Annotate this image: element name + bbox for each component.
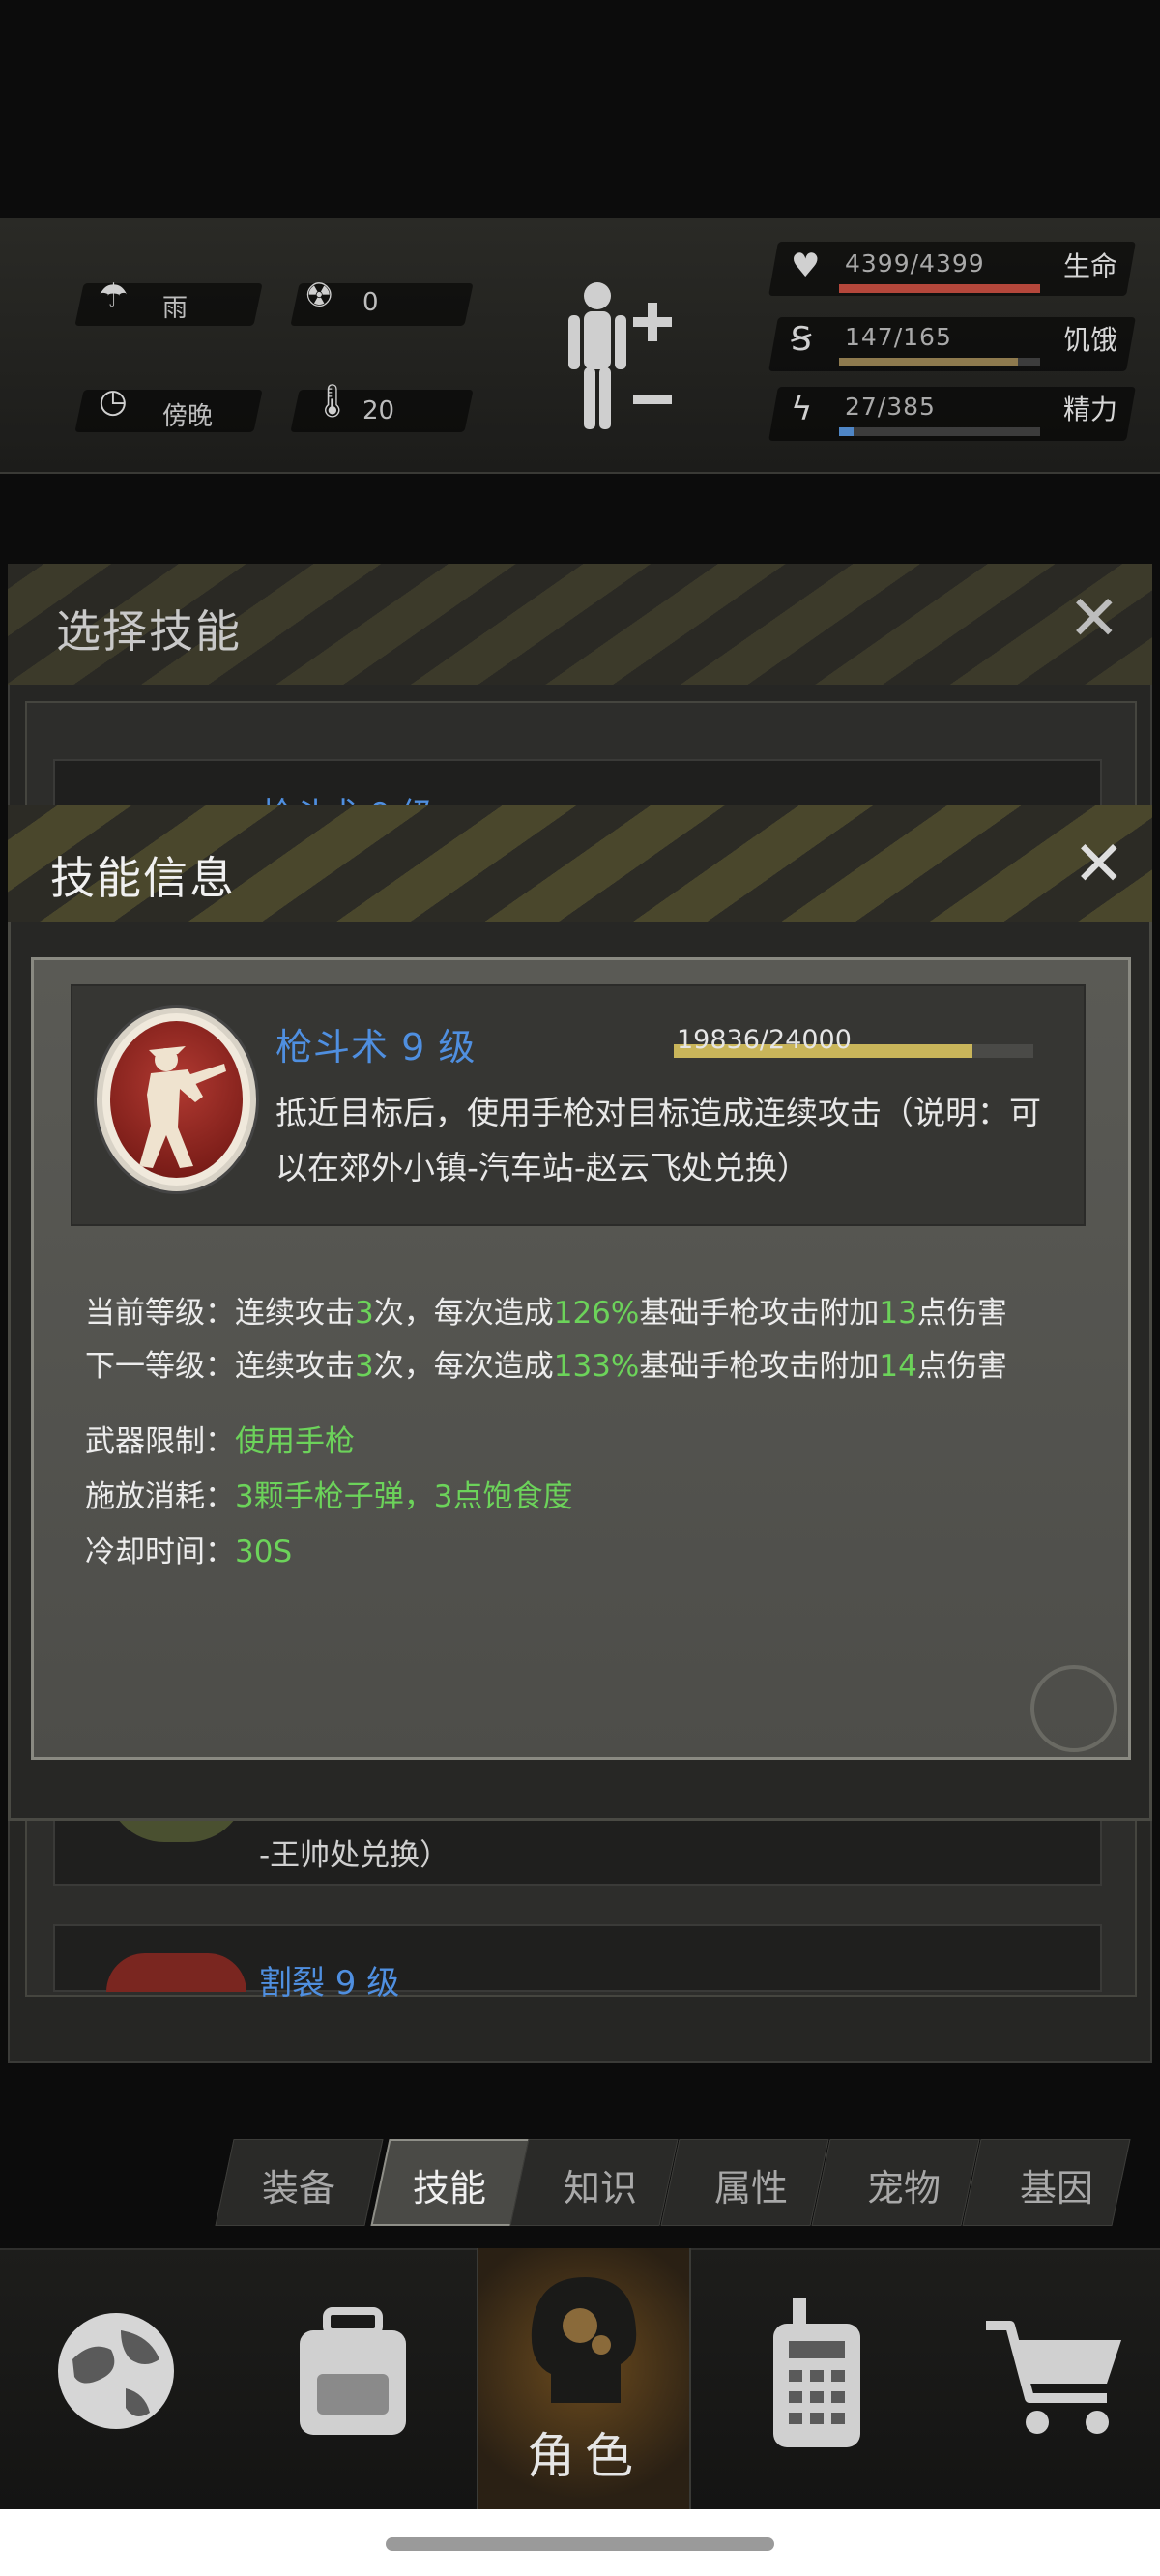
next-level-text: 连续攻击	[235, 1349, 355, 1384]
tab-attributes-label: 属性	[714, 2167, 789, 2210]
character-head-icon	[531, 2277, 637, 2403]
cast-cost-line: 施放消耗：3颗手枪子弹，3点饱食度	[85, 1472, 572, 1515]
tab-genes-label: 基因	[1020, 2167, 1094, 2210]
home-indicator[interactable]	[386, 2537, 774, 2551]
nav-character-label: 角色	[527, 2428, 643, 2484]
tab-skills-label: 技能	[413, 2167, 487, 2210]
health-label: 生命	[1063, 250, 1118, 282]
current-level-damage: 13	[879, 1296, 917, 1331]
hunger-value: 147/165	[845, 323, 952, 351]
current-level-text: 点伤害	[916, 1296, 1007, 1331]
current-level-line: 当前等级：连续攻击3次，每次造成126%基础手枪攻击附加13点伤害	[85, 1288, 1007, 1332]
gunfighter-skill-icon	[97, 1008, 256, 1191]
energy-label: 精力	[1063, 394, 1118, 425]
rain-icon: ☂	[99, 277, 129, 315]
globe-icon[interactable]	[53, 2301, 179, 2446]
radiation-watermark-icon	[1030, 1665, 1117, 1752]
thermometer-icon: 🌡	[311, 382, 354, 421]
tab-knowledge-label: 知识	[564, 2167, 638, 2210]
time-of-day: 傍晚	[162, 402, 214, 431]
weapon-restriction-value: 使用手枪	[235, 1424, 355, 1459]
body-status-icon[interactable]	[561, 278, 677, 443]
shopping-cart-icon[interactable]	[981, 2316, 1126, 2442]
hunger-bar	[839, 358, 1040, 366]
next-level-line: 下一等级：连续攻击3次，每次造成133%基础手枪攻击附加14点伤害	[85, 1341, 1007, 1385]
skill-name: 枪斗术 9 级	[276, 1026, 477, 1068]
energy-value: 27/385	[845, 393, 936, 421]
tab-equipment-label: 装备	[262, 2167, 336, 2210]
health-value: 4399/4399	[845, 249, 985, 278]
energy-icon: ϟ	[791, 390, 813, 428]
cooldown-line: 冷却时间：30S	[85, 1527, 292, 1570]
heart-icon: ♥	[791, 247, 821, 285]
radio-icon[interactable]	[764, 2297, 870, 2451]
cooldown-value: 30S	[235, 1535, 293, 1569]
skill-description: 抵近目标后，使用手枪对目标造成连续攻击（说明：可以在郊外小镇-汽车站-赵云飞处兑…	[276, 1094, 1041, 1186]
cooldown-label: 冷却时间：	[85, 1535, 235, 1569]
next-level-text: 次，每次造成	[373, 1349, 554, 1384]
next-level-damage: 14	[879, 1349, 917, 1384]
next-level-label: 下一等级：	[85, 1349, 235, 1384]
radiation-icon: ☢	[304, 277, 334, 315]
current-level-hits: 3	[355, 1296, 374, 1331]
select-panel-close-icon[interactable]: ✕	[1068, 588, 1120, 650]
next-level-percent: 133%	[553, 1349, 640, 1384]
weather-text: 雨	[162, 294, 188, 323]
select-skill-title: 选择技能	[56, 605, 242, 658]
skill-xp-text: 19836/24000	[677, 1025, 852, 1055]
next-level-text: 基础手枪攻击附加	[639, 1349, 880, 1384]
close-icon[interactable]: ✕	[1073, 834, 1125, 895]
backpack-icon[interactable]	[290, 2306, 416, 2442]
next-level-hits: 3	[355, 1349, 374, 1384]
weapon-restriction-label: 武器限制：	[85, 1424, 235, 1459]
radiation-value: 0	[362, 288, 379, 317]
tab-pets-label: 宠物	[867, 2167, 942, 2210]
current-level-text: 基础手枪攻击附加	[639, 1296, 880, 1331]
skill-list-item-icon	[106, 1953, 246, 1992]
current-level-text: 连续攻击	[235, 1296, 355, 1331]
current-level-text: 次，每次造成	[373, 1296, 554, 1331]
energy-bar	[839, 427, 1040, 436]
health-bar	[839, 284, 1040, 293]
weapon-restriction-line: 武器限制：使用手枪	[85, 1417, 355, 1460]
cast-cost-label: 施放消耗：	[85, 1479, 235, 1514]
temperature-value: 20	[362, 396, 395, 425]
current-level-percent: 126%	[553, 1296, 640, 1331]
current-level-label: 当前等级：	[85, 1296, 235, 1331]
cast-cost-value: 3颗手枪子弹，3点饱食度	[235, 1479, 573, 1514]
skill-list-item-desc: -王帅处兑换）	[259, 1838, 450, 1873]
clock-icon: ◷	[99, 382, 128, 421]
next-level-text: 点伤害	[916, 1349, 1007, 1384]
hunger-label: 饥饿	[1063, 324, 1118, 356]
stomach-icon: Ꞩ	[791, 320, 812, 359]
skill-list-item-name: 割裂 9 级	[259, 1964, 400, 2003]
skill-info-title: 技能信息	[50, 852, 236, 904]
